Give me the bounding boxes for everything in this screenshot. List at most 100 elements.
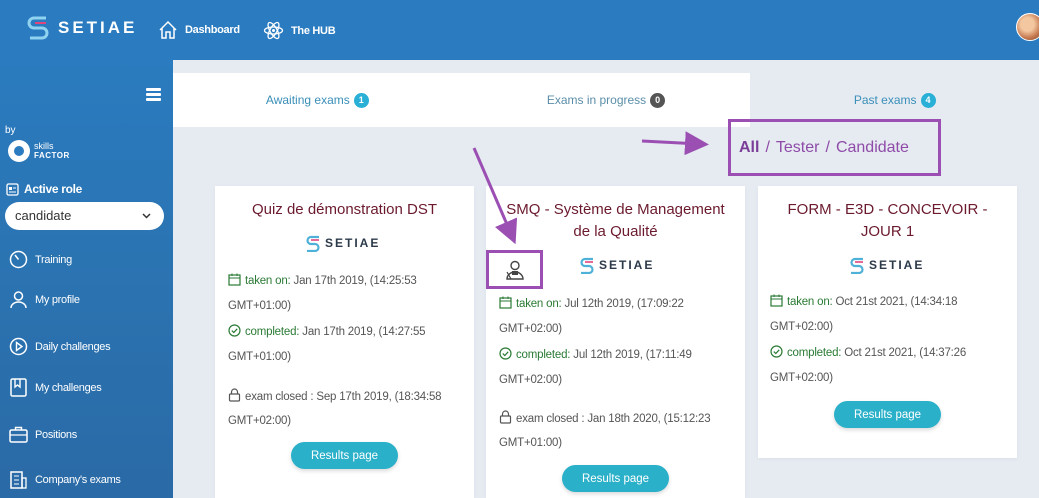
filter-separator: / <box>765 138 770 156</box>
taken-on-value: Oct 21st 2021, (14:34:18 <box>835 296 958 308</box>
sidebar-item-my-challenges[interactable]: My challenges <box>9 378 102 397</box>
exam-closed-line: exam closed : Jan 18th 2020, (15:12:23 <box>499 410 711 426</box>
filter-tester[interactable]: Tester <box>776 139 820 157</box>
exam-title-line1: FORM - E3D - CONCEVOIR - <box>787 201 988 218</box>
tab-awaiting-exams[interactable]: Awaiting exams 1 <box>173 73 462 127</box>
sidebar-item-positions[interactable]: Positions <box>9 425 77 444</box>
completed-timezone: GMT+02:00) <box>770 372 833 384</box>
taken-on-timezone: GMT+01:00) <box>228 300 291 312</box>
results-page-button[interactable]: Results page <box>834 401 941 428</box>
taken-on-label: taken on: <box>245 275 291 287</box>
setiae-logo[interactable]: SETIAE <box>26 14 137 42</box>
results-page-button[interactable]: Results page <box>562 465 669 492</box>
exam-closed-label: exam closed : <box>516 413 585 425</box>
exam-card: SMQ - Système de Management de la Qualit… <box>486 186 745 498</box>
exam-closed-timezone: GMT+01:00) <box>499 437 562 449</box>
building-icon <box>10 471 27 489</box>
exam-closed-line: exam closed : Sep 17th 2019, (18:34:58 <box>228 388 442 404</box>
sidebar-item-companys-exams[interactable]: Company's exams <box>9 470 121 489</box>
setiae-logo-mark-icon <box>850 257 864 274</box>
setiae-logo-mark-icon <box>27 16 49 40</box>
calendar-icon <box>499 296 512 309</box>
setiae-card-logo: SETIAE <box>305 234 380 252</box>
sidebar-item-my-profile[interactable]: My profile <box>9 290 80 309</box>
sidebar: by skills FACTOR Active role candidate T… <box>0 60 173 498</box>
count-badge: 4 <box>920 92 936 108</box>
nav-dashboard-label: Dashboard <box>185 24 240 36</box>
sidebar-item-label: My challenges <box>35 381 102 394</box>
sidebar-item-daily-challenges[interactable]: Daily challenges <box>9 337 111 356</box>
role-select[interactable]: candidate <box>5 202 164 230</box>
play-icon <box>9 337 28 356</box>
completed-line: completed: Oct 21st 2021, (14:37:26 <box>770 345 966 360</box>
exam-closed-timezone: GMT+02:00) <box>228 415 291 427</box>
setiae-logo-mark-icon <box>580 257 594 274</box>
completed-label: completed: <box>516 349 571 361</box>
sidebar-item-training[interactable]: Training <box>9 250 72 269</box>
home-icon <box>159 20 177 39</box>
user-avatar[interactable] <box>1016 13 1039 41</box>
bookmark-icon <box>10 378 27 397</box>
exam-title: Quiz de démonstration DST <box>251 201 438 218</box>
tab-label: Exams in progress <box>546 93 647 107</box>
exam-card: FORM - E3D - CONCEVOIR - JOUR 1 SETIAE t… <box>758 186 1017 458</box>
setiae-logo-mark-icon <box>306 235 320 252</box>
role-filter-highlight: All / Tester / Candidate <box>728 119 941 176</box>
taken-on-value: Jan 17th 2019, (14:25:53 <box>293 275 417 287</box>
completed-label: completed: <box>245 326 300 338</box>
sidebar-item-label: My profile <box>35 293 80 306</box>
sidebar-item-label: Training <box>35 253 72 266</box>
taken-on-label: taken on: <box>787 296 833 308</box>
taken-on-line: taken on: Jul 12th 2019, (17:09:22 <box>499 296 684 311</box>
setiae-card-logo: SETIAE <box>579 256 654 274</box>
active-role-title: Active role <box>6 182 82 196</box>
exam-closed-label: exam closed : <box>245 391 314 403</box>
skills-factor-mark-icon <box>8 140 30 162</box>
completed-line: completed: Jan 17th 2019, (14:27:55 <box>228 324 426 339</box>
check-circle-icon <box>770 345 783 358</box>
exam-title-line2: de la Qualité <box>573 223 658 240</box>
exam-title: SMQ - Système de Management de la Qualit… <box>486 199 745 243</box>
exam-closed-value: Sep 17th 2019, (18:34:58 <box>316 391 442 403</box>
user-icon <box>10 291 27 309</box>
taken-on-label: taken on: <box>516 298 562 310</box>
chevron-down-icon <box>142 213 151 219</box>
completed-timezone: GMT+01:00) <box>228 351 291 363</box>
results-page-button[interactable]: Results page <box>291 442 398 469</box>
menu-toggle-icon[interactable] <box>146 88 161 103</box>
lock-icon <box>228 388 241 402</box>
sidebar-item-label: Company's exams <box>35 473 121 486</box>
exam-closed-value: Jan 18th 2020, (15:12:23 <box>587 413 711 425</box>
nav-the-hub[interactable]: The HUB <box>263 20 336 41</box>
taken-on-timezone: GMT+02:00) <box>770 321 833 333</box>
filter-candidate[interactable]: Candidate <box>836 139 909 157</box>
check-circle-icon <box>499 347 512 360</box>
taken-on-value: Jul 12th 2019, (17:09:22 <box>564 298 684 310</box>
completed-value: Oct 21st 2021, (14:37:26 <box>844 347 967 359</box>
partner-line1: skills <box>34 141 54 151</box>
check-circle-icon <box>228 324 241 337</box>
role-select-value: candidate <box>15 208 72 223</box>
completed-value: Jul 12th 2019, (17:11:49 <box>573 349 692 361</box>
tab-label: Awaiting exams <box>265 93 350 107</box>
arrow-to-filter <box>641 131 709 156</box>
sidebar-item-label: Positions <box>35 428 77 441</box>
count-badge: 1 <box>353 92 369 108</box>
taken-on-line: taken on: Jan 17th 2019, (14:25:53 <box>228 273 417 288</box>
setiae-card-logo-text: SETIAE <box>599 258 655 272</box>
briefcase-icon <box>9 426 28 443</box>
brand-name: SETIAE <box>58 18 138 37</box>
setiae-card-logo: SETIAE <box>849 256 924 274</box>
atom-icon <box>263 21 284 40</box>
top-bar: SETIAE Dashboard The HUB <box>0 0 1039 60</box>
filter-all[interactable]: All <box>739 139 759 157</box>
nav-the-hub-label: The HUB <box>291 24 336 37</box>
exam-title-line2: JOUR 1 <box>860 223 915 240</box>
nav-dashboard[interactable]: Dashboard <box>158 20 240 40</box>
gauge-icon <box>9 250 28 269</box>
tab-exams-in-progress[interactable]: Exams in progress 0 <box>461 73 751 127</box>
completed-value: Jan 17th 2019, (14:27:55 <box>302 326 426 338</box>
partner-line2: FACTOR <box>34 151 70 160</box>
count-badge: 0 <box>650 92 666 108</box>
sidebar-item-label: Daily challenges <box>35 340 111 353</box>
